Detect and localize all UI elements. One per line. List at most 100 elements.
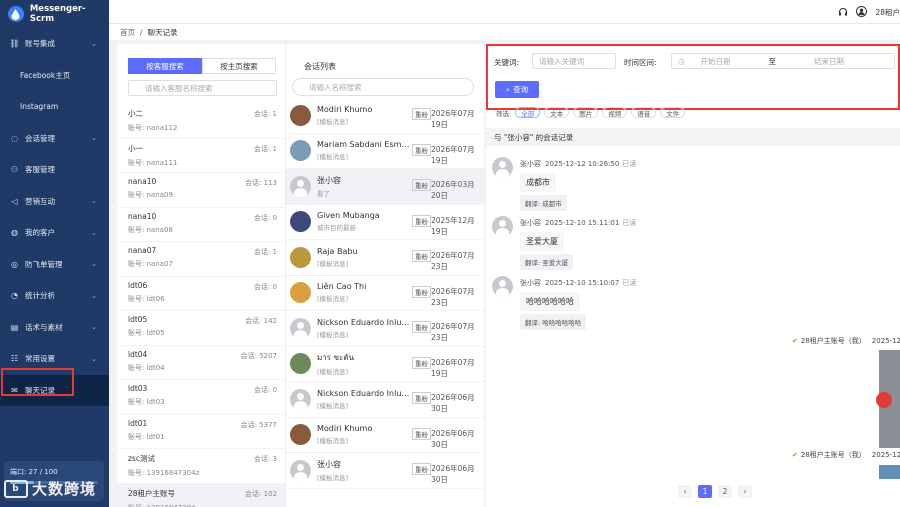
page-button[interactable]: 2 [718, 485, 732, 498]
agent-item[interactable]: zsc测试 会话: 3 账号: 13916847304z [117, 449, 285, 484]
sidebar-item-1[interactable]: Facebook主页 [0, 60, 109, 92]
conversation-date: 2025年12月19日 [431, 215, 475, 236]
active-highlight-box [1, 368, 74, 396]
conversation-item[interactable]: Modiri Khumo [模板消息] 重粉 2026年07月19日 [286, 98, 484, 134]
agent-item[interactable]: ldt05 会话: 142 账号: ldt05 [117, 311, 285, 346]
agent-account: 账号: 13916847304z [128, 469, 200, 477]
agent-item[interactable]: ldt06 会话: 0 账号: ldt06 [117, 277, 285, 311]
sidebar-item-label: 客服管理 [25, 165, 55, 175]
sidebar-item-8[interactable]: ◔ 统计分析 ⌄ [0, 280, 109, 312]
headset-icon[interactable] [838, 7, 848, 19]
sidebar-item-label: 我的客户 [25, 228, 55, 238]
agent-account: 账号: nana112 [128, 124, 178, 132]
agent-session-count: 会话: 1 [253, 248, 277, 256]
user-name[interactable]: 28租户 [875, 7, 900, 18]
message-bubble: 圣爱大厦 [520, 232, 564, 251]
agent-item[interactable]: ldt03 会话: 0 账号: ldt03 [117, 380, 285, 415]
breadcrumb-home[interactable]: 首页 [120, 27, 135, 38]
agent-account: 账号: nana09 [128, 191, 173, 199]
breadcrumb-current: 聊天记录 [147, 27, 178, 37]
conversation-item[interactable]: Modiri Khumo [模板消息] 重粉 2026年06月30日 [286, 418, 484, 453]
filter-chip[interactable]: 文本 [544, 107, 570, 118]
tab-search-by-page[interactable]: 按主页搜索 [202, 58, 276, 74]
agent-item[interactable]: ldt04 会话: 5207 账号: ldt04 [117, 346, 285, 380]
message-time: 2025-12-10 15:11:01 [545, 219, 620, 227]
page-button[interactable]: 1 [698, 485, 712, 498]
sidebar-item-9[interactable]: ▤ 话术与素材 ⌄ [0, 312, 109, 344]
image-message[interactable] [879, 465, 900, 479]
chevron-down-icon: ⌄ [91, 228, 97, 237]
conversation-tag: 重粉 [412, 321, 431, 333]
filter-chip[interactable]: 图片 [573, 107, 599, 118]
image-message[interactable] [876, 350, 900, 448]
conversations-title: 会话列表 [304, 62, 336, 71]
conversation-search-input[interactable]: 请输入名称搜索 [292, 78, 474, 96]
filter-chip[interactable]: 文件 [660, 107, 686, 118]
agent-item[interactable]: 小二 会话: 1 账号: nana112 [117, 104, 285, 139]
message-bubble: 成都市 [520, 173, 556, 192]
conversation-tag: 重粉 [412, 463, 431, 475]
avatar [290, 424, 311, 446]
conversation-name: Nickson Eduardo Inlua... [317, 388, 411, 398]
sidebar-item-2[interactable]: Instagram [0, 91, 109, 123]
conversation-preview: [模板消息] [317, 330, 349, 339]
agent-item[interactable]: nana07 会话: 1 账号: nana07 [117, 242, 285, 277]
end-date-input[interactable]: 结束日期 [814, 56, 844, 67]
agent-item[interactable]: 小一 会话: 1 账号: nana111 [117, 139, 285, 173]
topbar-right: 28租户 [838, 6, 900, 19]
chevron-down-icon: ⌄ [91, 134, 97, 143]
filter-chip[interactable]: 全部 [515, 107, 541, 118]
user-icon: ⚇ [10, 165, 19, 175]
conversation-text: Raja Babu [模板消息] [317, 247, 411, 268]
message-sender: 张小容 [520, 160, 541, 168]
agent-item[interactable]: nana10 会话: 113 账号: nana09 [117, 173, 285, 208]
date-range-picker[interactable]: ◷ 开始日期 至 结束日期 [671, 53, 895, 69]
conversation-item[interactable]: 张小容 看了 重粉 2026年03月20日 [286, 169, 484, 205]
megaphone-icon: ◁ [11, 196, 18, 206]
conversation-item[interactable]: Given Mubanga 城市目的最新 重粉 2025年12月19日 [286, 205, 484, 240]
keyword-input[interactable]: 请输入关键词 [532, 53, 616, 69]
sidebar-item-6[interactable]: ◍ 我的客户 ⌄ [0, 217, 109, 249]
conversation-text: 张小容 看了 [317, 175, 411, 198]
conversation-item[interactable]: มาร ขะตัน [模板消息] 重粉 2026年07月19日 [286, 347, 484, 382]
agent-search-input[interactable]: 请输入客服名称搜索 [128, 80, 277, 96]
sidebar-item-4[interactable]: ⚇ 客服管理 [0, 154, 109, 186]
sidebar-item-7[interactable]: ◎ 防飞单管理 ⌄ [0, 249, 109, 281]
chat-panel: 关键词: 请输入关键词 时间区间: ◷ 开始日期 至 结束日期 ⌕ 查询 筛选:… [486, 44, 900, 507]
conversation-item[interactable]: Raja Babu [模板消息] 重粉 2026年07月23日 [286, 240, 484, 276]
agents-panel: 按客服搜索 按主页搜索 请输入客服名称搜索 小二 会话: 1 账号: nana112… [117, 44, 285, 507]
conversation-item[interactable]: Mariam Sabdani Esmael [模板消息] 重粉 2026年07月19日 [286, 134, 484, 169]
conversation-item[interactable]: 张小容 [模板消息] 重粉 2026年06月30日 [286, 453, 484, 489]
agent-session-count: 会话: 0 [253, 386, 277, 394]
tab-search-by-agent[interactable]: 按客服搜索 [128, 58, 202, 74]
app-name: Messenger-Scrm [29, 4, 86, 24]
filter-chip[interactable]: 语音 [631, 107, 657, 118]
agent-session-count: 会话: 113 [245, 179, 277, 187]
filter-chip[interactable]: 视频 [602, 107, 628, 118]
conversation-preview: 看了 [317, 189, 330, 198]
prev-page-button[interactable]: ‹ [678, 485, 692, 498]
read-status: 已读 [622, 160, 637, 168]
agent-list: 小二 会话: 1 账号: nana112 小一 会话: 1 账号: nana111 nana… [117, 104, 285, 507]
sidebar-item-label: Instagram [20, 102, 59, 112]
shield-icon: ◎ [11, 259, 18, 269]
sidebar-item-label: 统计分析 [25, 291, 55, 301]
avatar [290, 317, 311, 339]
conversation-tag: 重粉 [412, 143, 431, 156]
sidebar-item-5[interactable]: ◁ 营销互动 ⌄ [0, 186, 109, 218]
start-date-input[interactable]: 开始日期 [701, 56, 731, 67]
conversation-item[interactable]: Nickson Eduardo Inlua... [模板消息] 重粉 2026年06月… [286, 382, 484, 418]
next-page-button[interactable]: › [738, 485, 752, 498]
sidebar-item-3[interactable]: ◌ 会话管理 ⌄ [0, 123, 109, 155]
conversations-panel: 会话列表 请输入名称搜索 Modiri Khumo [模板消息] 重粉 2026年07… [285, 44, 484, 507]
conversation-item[interactable]: Nickson Eduardo Inlua... [模板消息] 重粉 2026年07月… [286, 311, 484, 347]
conversation-item[interactable]: Liên Cao Thi [模板消息] 重粉 2026年07月23日 [286, 276, 484, 311]
user-avatar-icon[interactable] [856, 6, 868, 19]
agent-item[interactable]: 28租户主账号会话: 102账号: 13916847304 [117, 483, 285, 507]
message-meta: 张小容 2025-12-10 15:10:07 已读 [520, 278, 636, 288]
agent-item[interactable]: ldt01 会话: 5377 账号: ldt01 [117, 415, 285, 449]
sidebar-item-0[interactable]: ⛓ 账号集成 ⌄ [0, 28, 109, 60]
query-button[interactable]: ⌕ 查询 [495, 81, 539, 98]
agent-item[interactable]: nana10 会话: 0 账号: nana08 [117, 208, 285, 242]
sent-check-icon: ✔ [792, 451, 798, 459]
